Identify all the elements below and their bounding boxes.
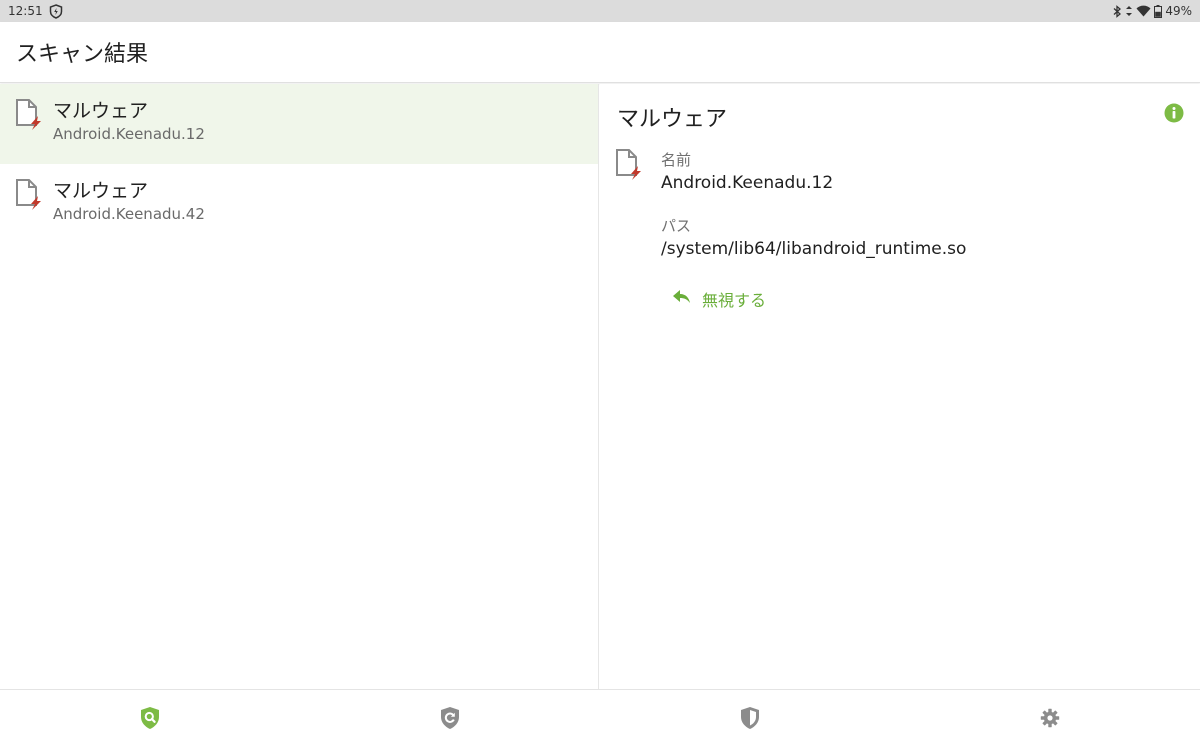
info-icon[interactable]	[1164, 103, 1184, 123]
battery-icon	[1154, 4, 1163, 18]
list-item-texts: マルウェア Android.Keenadu.12	[53, 98, 205, 144]
status-bar: 12:51 49%	[0, 0, 1200, 22]
ignore-button[interactable]: 無視する	[672, 287, 766, 311]
update-shield-icon	[439, 706, 461, 734]
threat-file-icon	[14, 178, 44, 212]
protection-shield-icon	[739, 706, 761, 734]
scan-shield-icon	[139, 706, 161, 734]
bottom-nav	[0, 689, 1200, 750]
path-value: /system/lib64/libandroid_runtime.so	[661, 239, 967, 259]
name-value: Android.Keenadu.12	[661, 173, 834, 193]
list-item[interactable]: マルウェア Android.Keenadu.42	[0, 164, 598, 244]
list-item-threat-name: Android.Keenadu.42	[53, 205, 205, 223]
list-item-title: マルウェア	[53, 100, 149, 122]
nav-settings[interactable]	[900, 690, 1200, 750]
wifi-icon	[1136, 5, 1151, 17]
page-title: スキャン結果	[16, 42, 149, 67]
status-time: 12:51	[8, 4, 43, 18]
status-left: 12:51	[8, 3, 63, 19]
ignore-label: 無視する	[702, 291, 767, 310]
nav-protection[interactable]	[600, 690, 900, 750]
battery-percent: 49%	[1165, 4, 1192, 18]
detail-title: マルウェア	[617, 107, 728, 132]
threat-file-icon	[614, 148, 644, 182]
list-item[interactable]: マルウェア Android.Keenadu.12	[0, 84, 598, 164]
shield-icon	[49, 3, 63, 19]
nav-scan[interactable]	[0, 690, 300, 750]
results-list: マルウェア Android.Keenadu.12 マルウェア Android.K…	[0, 84, 599, 689]
detail-pane: マルウェア 名前 Android.Keenadu.12 パス /system/l…	[600, 84, 1200, 689]
data-arrows-icon	[1125, 5, 1133, 17]
status-right: 49%	[1112, 4, 1192, 18]
settings-gear-icon	[1040, 708, 1060, 732]
list-item-title: マルウェア	[53, 180, 149, 202]
list-item-texts: マルウェア Android.Keenadu.42	[53, 178, 205, 224]
threat-file-icon	[14, 98, 44, 132]
reply-arrow-icon	[672, 289, 692, 309]
list-item-threat-name: Android.Keenadu.12	[53, 125, 205, 143]
path-label: パス	[661, 217, 692, 235]
name-label: 名前	[661, 151, 692, 169]
nav-update[interactable]	[300, 690, 600, 750]
bluetooth-icon	[1112, 4, 1122, 18]
app-bar: スキャン結果	[0, 22, 1200, 83]
